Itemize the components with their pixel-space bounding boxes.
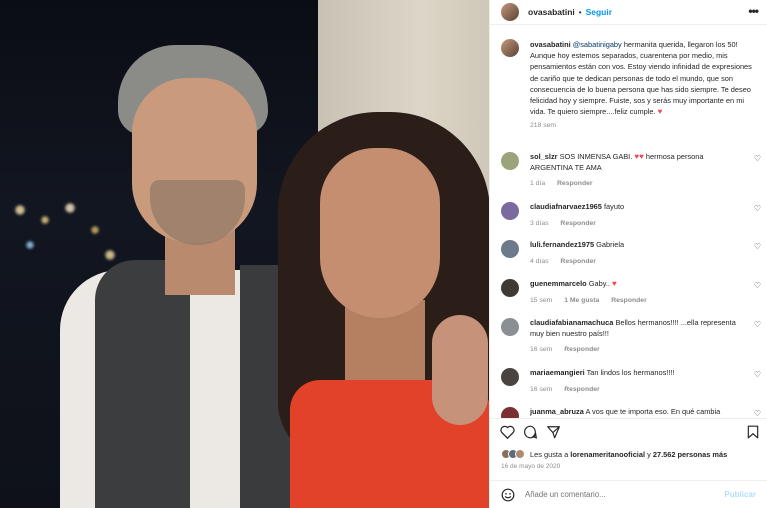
caption-time[interactable]: 218 sem <box>530 120 761 131</box>
reply-button[interactable]: Responder <box>557 180 593 187</box>
comment-item: claudiafnarvaez1965 fayuto 3 días Respon… <box>501 202 763 227</box>
post-side-panel: ovasabatini • Seguir ••• ovasabatini @sa… <box>489 0 767 508</box>
emoji-icon[interactable] <box>501 488 515 502</box>
comment-meta: 16 sem Responder <box>530 386 763 393</box>
post-caption: ovasabatini @sabatinigaby hermanita quer… <box>501 39 761 132</box>
action-bar <box>490 418 767 446</box>
caption-body: ovasabatini @sabatinigaby hermanita quer… <box>530 39 761 132</box>
comment-username[interactable]: juanma_abruza <box>530 407 584 416</box>
likes-count[interactable]: 27.562 personas más <box>653 450 727 459</box>
comments-list[interactable]: ovasabatini @sabatinigaby hermanita quer… <box>490 30 767 418</box>
heart-emoji-icon: ♥ <box>657 107 663 117</box>
comment-body: Tan lindos los hermanos!!!! <box>586 368 675 377</box>
likes-prefix: Les gusta a <box>530 449 569 459</box>
comment-item: luli.fernandez1975 Gabriela 4 días Respo… <box>501 240 763 265</box>
caption-avatar[interactable] <box>501 39 519 57</box>
likes-summary: Les gusta a lorenameritanooficial y 27.5… <box>501 449 727 459</box>
comment-avatar[interactable] <box>501 240 519 258</box>
comment-text: juanma_abruza A vos que te importa eso. … <box>530 407 747 418</box>
post-photo[interactable] <box>0 0 489 508</box>
likes-user[interactable]: lorenameritanooficial <box>570 450 645 459</box>
comment-time[interactable]: 16 sem <box>530 386 552 393</box>
reply-button[interactable]: Responder <box>560 220 596 227</box>
comment-input[interactable] <box>525 490 725 499</box>
comment-like-heart-icon[interactable]: ♡ <box>754 154 761 163</box>
comment-avatar[interactable] <box>501 368 519 386</box>
comment-body: SOS INMENSA GABI. <box>559 152 633 161</box>
comment-like-heart-icon[interactable]: ♡ <box>754 204 761 213</box>
comment-like-heart-icon[interactable]: ♡ <box>754 242 761 251</box>
comment-username[interactable]: guenemmarcelo <box>530 279 587 288</box>
liker-avatar <box>515 449 525 459</box>
follow-button[interactable]: Seguir <box>586 7 612 17</box>
comment-like-heart-icon[interactable]: ♡ <box>754 320 761 329</box>
comment-time[interactable]: 1 día <box>530 180 545 187</box>
comment-like-heart-icon[interactable]: ♡ <box>754 409 761 418</box>
comment-time[interactable]: 16 sem <box>530 346 552 353</box>
post-comment-button[interactable]: Publicar <box>724 490 756 499</box>
author-username[interactable]: ovasabatini <box>528 7 575 17</box>
comment-time[interactable]: 4 días <box>530 258 549 265</box>
caption-username[interactable]: ovasabatini <box>530 40 571 49</box>
likes-conj: y <box>647 449 651 459</box>
comment-meta: 1 día Responder <box>530 180 763 187</box>
reply-button[interactable]: Responder <box>564 386 600 393</box>
photo-woman-face <box>320 148 440 318</box>
separator-dot: • <box>578 7 582 17</box>
share-icon[interactable] <box>546 425 561 439</box>
comment-time[interactable]: 15 sem <box>530 297 552 304</box>
comment-item: claudiafabianamachuca Bellos hermanos!!!… <box>501 318 763 353</box>
comment-like-heart-icon[interactable]: ♡ <box>754 281 761 290</box>
reply-button[interactable]: Responder <box>611 297 647 304</box>
comment-body: Gabriela <box>596 240 625 249</box>
comment-username[interactable]: mariaemangieri <box>530 368 585 377</box>
comment-icon[interactable] <box>523 425 538 439</box>
comment-body: A vos que te importa eso. En qué cambia <box>585 407 721 416</box>
caption-mention[interactable]: @sabatinigaby <box>573 40 622 49</box>
more-options-icon[interactable]: ••• <box>748 4 759 18</box>
comment-username[interactable]: claudiafabianamachuca <box>530 318 613 327</box>
bookmark-icon[interactable] <box>747 425 759 439</box>
comment-text: claudiafnarvaez1965 fayuto <box>530 202 747 213</box>
author-avatar[interactable] <box>501 3 519 21</box>
comment-meta: 15 sem 1 Me gusta Responder <box>530 297 763 304</box>
comment-avatar[interactable] <box>501 318 519 336</box>
reply-button[interactable]: Responder <box>564 346 600 353</box>
add-comment-bar: Publicar <box>490 480 767 508</box>
comment-avatar[interactable] <box>501 407 519 418</box>
post-header: ovasabatini • Seguir ••• <box>490 0 767 25</box>
comment-item: juanma_abruza A vos que te importa eso. … <box>501 407 763 418</box>
post-date[interactable]: 16 de mayo de 2020 <box>501 463 560 470</box>
comment-item: sol_slzr SOS INMENSA GABI. ♥♥ hermosa pe… <box>501 152 763 187</box>
comment-avatar[interactable] <box>501 202 519 220</box>
comment-item: mariaemangieri Tan lindos los hermanos!!… <box>501 368 763 393</box>
heart-icon[interactable] <box>500 425 515 439</box>
heart-emoji-icon: ♥ <box>612 279 617 288</box>
comment-text: luli.fernandez1975 Gabriela <box>530 240 747 251</box>
comment-avatar[interactable] <box>501 152 519 170</box>
photo-man-vest <box>95 260 190 508</box>
comment-text: guenemmarcelo Gaby.. ♥ <box>530 279 747 290</box>
comment-text: mariaemangieri Tan lindos los hermanos!!… <box>530 368 747 379</box>
heart-emoji-icon: ♥♥ <box>634 152 644 161</box>
comment-username[interactable]: claudiafnarvaez1965 <box>530 202 602 211</box>
comment-likes-count[interactable]: 1 Me gusta <box>564 297 599 304</box>
comment-item: guenemmarcelo Gaby.. ♥ 15 sem 1 Me gusta… <box>501 279 763 304</box>
comment-meta: 3 días Responder <box>530 220 763 227</box>
comment-meta: 4 días Responder <box>530 258 763 265</box>
photo-hand <box>432 315 488 425</box>
comment-like-heart-icon[interactable]: ♡ <box>754 370 761 379</box>
comment-body: Gaby.. <box>588 279 610 288</box>
comment-username[interactable]: luli.fernandez1975 <box>530 240 594 249</box>
comment-time[interactable]: 3 días <box>530 220 549 227</box>
comment-body: fayuto <box>603 202 625 211</box>
comment-meta: 16 sem Responder <box>530 346 763 353</box>
reply-button[interactable]: Responder <box>560 258 596 265</box>
comment-text: claudiafabianamachuca Bellos hermanos!!!… <box>530 318 747 339</box>
comment-username[interactable]: sol_slzr <box>530 152 558 161</box>
comment-text: sol_slzr SOS INMENSA GABI. ♥♥ hermosa pe… <box>530 152 747 173</box>
likes-text: Les gusta a lorenameritanooficial y 27.5… <box>530 450 727 459</box>
comment-avatar[interactable] <box>501 279 519 297</box>
caption-text: hermanita querida, llegaron los 50! Aunq… <box>530 40 752 117</box>
